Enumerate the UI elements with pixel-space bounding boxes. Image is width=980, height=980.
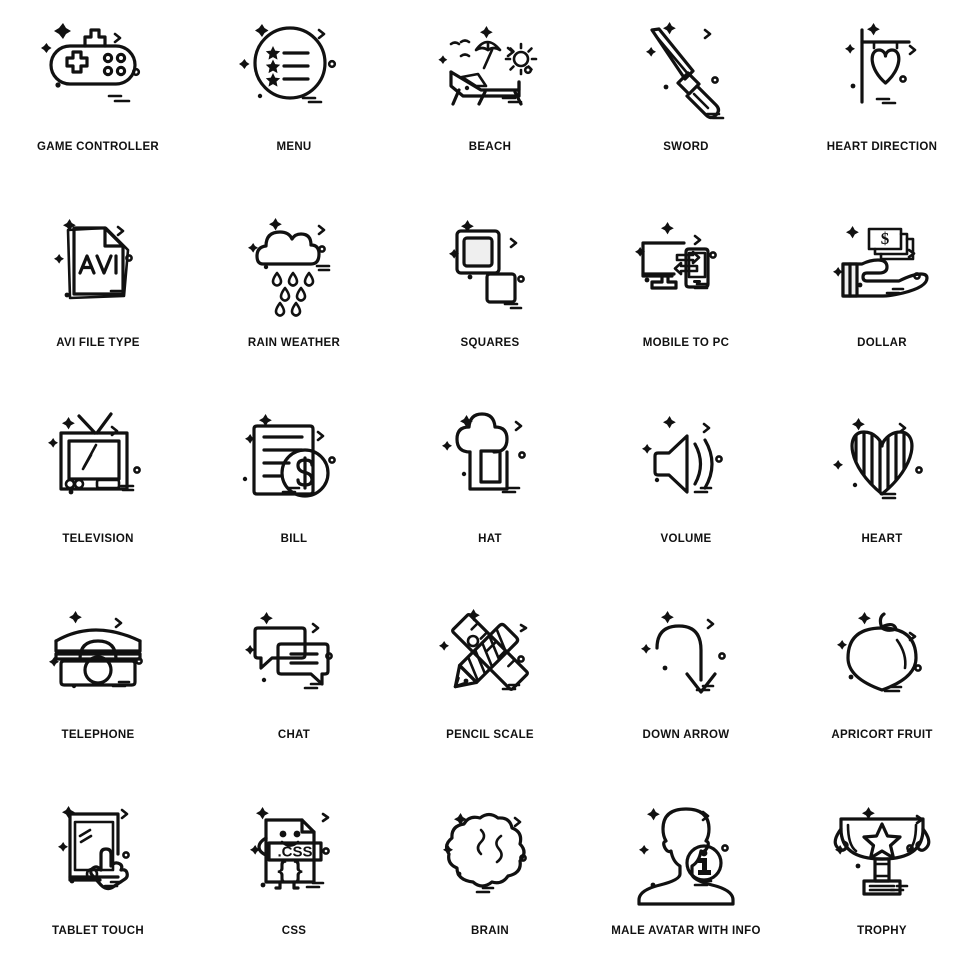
icon-cell-chat[interactable]: CHAT xyxy=(196,588,392,784)
icon-label: SWORD xyxy=(663,141,709,153)
icon-cell-television[interactable]: TELEVISION xyxy=(0,392,196,588)
icon-cell-mobile-to-pc[interactable]: MOBILE TO PC xyxy=(588,196,784,392)
icon-label: TROPHY xyxy=(857,925,907,937)
heart-icon xyxy=(833,418,923,500)
icon-label: PENCIL SCALE xyxy=(446,729,534,741)
icon-cell-trophy[interactable]: TROPHY xyxy=(784,784,980,980)
icon-cell-hat[interactable]: HAT xyxy=(392,392,588,588)
icon-cell-pencil-scale[interactable]: PENCIL SCALE xyxy=(392,588,588,784)
chat-icon xyxy=(245,612,333,690)
icon-label: MALE AVATAR WITH INFO xyxy=(611,925,761,937)
apricort-fruit-icon xyxy=(837,612,922,693)
television-icon xyxy=(48,412,141,495)
icon-cell-rain-weather[interactable]: RAIN WEATHER xyxy=(196,196,392,392)
sword-icon xyxy=(646,22,725,120)
icon-grid: GAME CONTROLLER MENU BEACH SWORD HEART D… xyxy=(0,0,980,980)
icon-label: APRICORT FRUIT xyxy=(831,729,933,741)
icon-cell-volume[interactable]: VOLUME xyxy=(588,392,784,588)
trophy-icon xyxy=(833,807,931,896)
icon-cell-down-arrow[interactable]: DOWN ARROW xyxy=(588,588,784,784)
icon-cell-css[interactable]: .CSS { } CSS xyxy=(196,784,392,980)
icon-label: VOLUME xyxy=(660,533,712,545)
icon-cell-apricort-fruit[interactable]: APRICORT FRUIT xyxy=(784,588,980,784)
icon-label: HEART xyxy=(861,533,903,545)
bill-icon xyxy=(242,414,336,498)
icon-label: BEACH xyxy=(468,141,512,153)
icon-label: GAME CONTROLLER xyxy=(36,141,160,153)
icon-label: DOLLAR xyxy=(857,337,907,349)
icon-cell-brain[interactable]: BRAIN xyxy=(392,784,588,980)
avi-file-type-icon xyxy=(54,219,133,300)
icon-label: MOBILE TO PC xyxy=(642,337,730,349)
icon-label: MENU xyxy=(276,141,312,153)
icon-label: RAIN WEATHER xyxy=(247,337,341,349)
icon-cell-heart[interactable]: HEART xyxy=(784,392,980,588)
beach-icon xyxy=(438,26,538,106)
icon-cell-avi-file-type[interactable]: AVI FILE TYPE xyxy=(0,196,196,392)
pencil-scale-icon xyxy=(439,609,529,691)
icon-label: CHAT xyxy=(277,729,311,741)
dollar-icon: $ xyxy=(833,226,929,298)
rain-weather-icon xyxy=(248,218,331,317)
brain-icon xyxy=(443,812,527,894)
css-icon: .CSS { } xyxy=(250,807,330,890)
icon-cell-squares[interactable]: SQUARES xyxy=(392,196,588,392)
icon-cell-game-controller[interactable]: GAME CONTROLLER xyxy=(0,0,196,196)
icon-cell-bill[interactable]: BILL xyxy=(196,392,392,588)
mobile-to-pc-icon xyxy=(635,222,717,290)
icon-label: HAT xyxy=(478,533,502,545)
down-arrow-icon xyxy=(641,611,726,694)
male-avatar-with-info-icon xyxy=(637,807,735,906)
icon-cell-tablet-touch[interactable]: TABLET TOUCH xyxy=(0,784,196,980)
icon-label: DOWN ARROW xyxy=(642,729,730,741)
dollar-sign-glyph: $ xyxy=(881,229,890,248)
tablet-touch-icon xyxy=(58,806,130,891)
icon-label: TABLET TOUCH xyxy=(52,925,144,937)
icon-label: SQUARES xyxy=(460,337,520,349)
heart-direction-icon xyxy=(845,23,917,105)
icon-cell-dollar[interactable]: $ DOLLAR xyxy=(784,196,980,392)
icon-cell-beach[interactable]: BEACH xyxy=(392,0,588,196)
volume-icon xyxy=(642,416,723,494)
icon-cell-sword[interactable]: SWORD xyxy=(588,0,784,196)
icon-label: TELEPHONE xyxy=(61,729,135,741)
icon-cell-telephone[interactable]: TELEPHONE xyxy=(0,588,196,784)
icon-cell-menu[interactable]: MENU xyxy=(196,0,392,196)
icon-label: HEART DIRECTION xyxy=(826,141,938,153)
hat-icon xyxy=(442,412,526,494)
css-braces-glyph: { } xyxy=(277,857,302,884)
icon-cell-male-avatar-with-info[interactable]: MALE AVATAR WITH INFO xyxy=(588,784,784,980)
icon-label: BILL xyxy=(280,533,308,545)
menu-icon xyxy=(239,24,337,104)
squares-icon xyxy=(449,220,525,310)
icon-label: CSS xyxy=(281,925,307,937)
telephone-icon xyxy=(49,611,143,689)
game-controller-icon xyxy=(41,23,141,103)
icon-label: AVI FILE TYPE xyxy=(56,337,140,349)
icon-label: BRAIN xyxy=(471,925,509,937)
icon-cell-heart-direction[interactable]: HEART DIRECTION xyxy=(784,0,980,196)
icon-label: TELEVISION xyxy=(62,533,134,545)
